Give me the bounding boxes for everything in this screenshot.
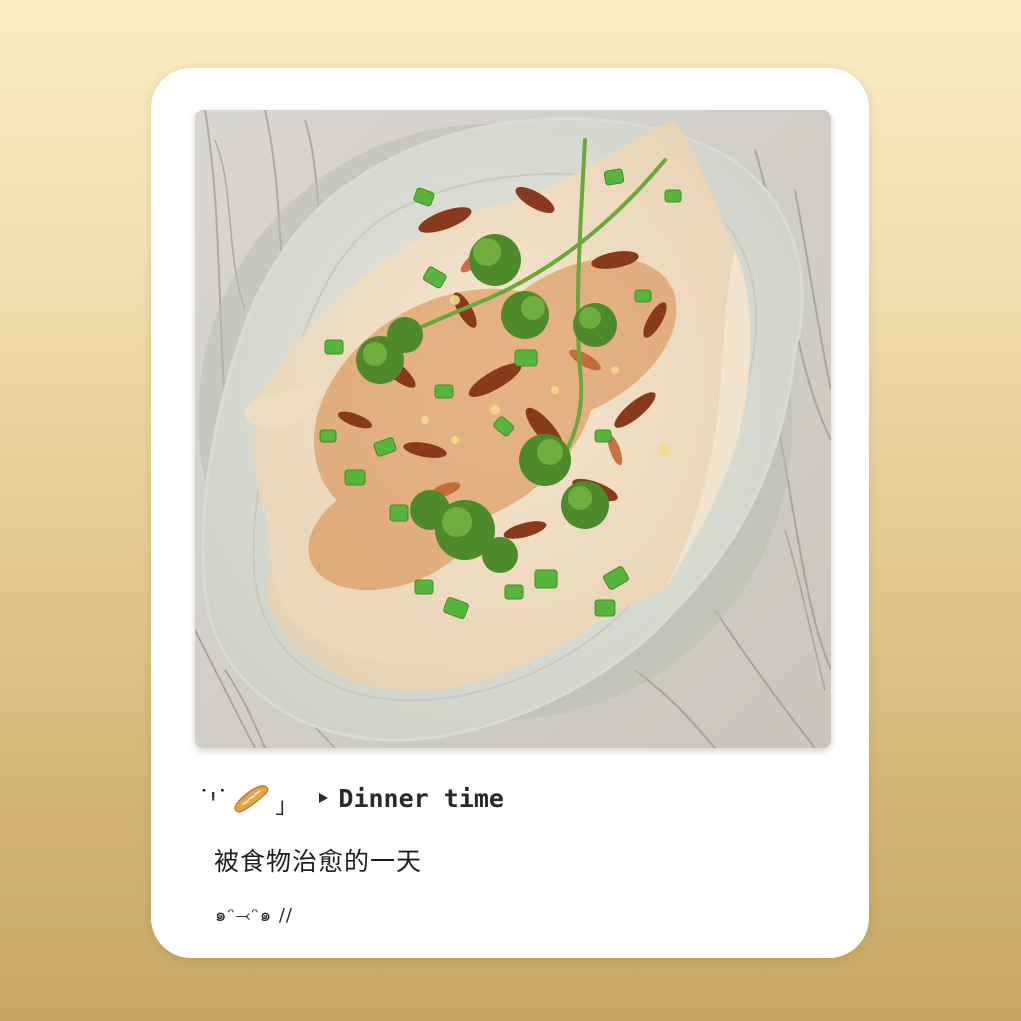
kaomoji-text: ๑ᵔ⤙ᵔ๑ // — [215, 905, 293, 926]
caption-bracket-close: 」 — [275, 794, 298, 819]
subtitle-text: 被食物治愈的一天 — [214, 847, 423, 876]
caption-headline: Dinner time — [338, 783, 504, 813]
caption-line: ˙ᵎ˙ 」 Dinner time — [199, 778, 504, 820]
food-photo-drawing — [195, 110, 831, 748]
play-icon — [319, 793, 329, 803]
baguette-icon — [231, 783, 271, 813]
caption-bracket-open: ˙ᵎ˙ — [199, 786, 230, 810]
food-photo — [195, 110, 831, 748]
photo-card: ˙ᵎ˙ 」 Dinner time 被食物治愈的一天 ๑ᵔ⤙ᵔ๑ // — [151, 68, 869, 958]
